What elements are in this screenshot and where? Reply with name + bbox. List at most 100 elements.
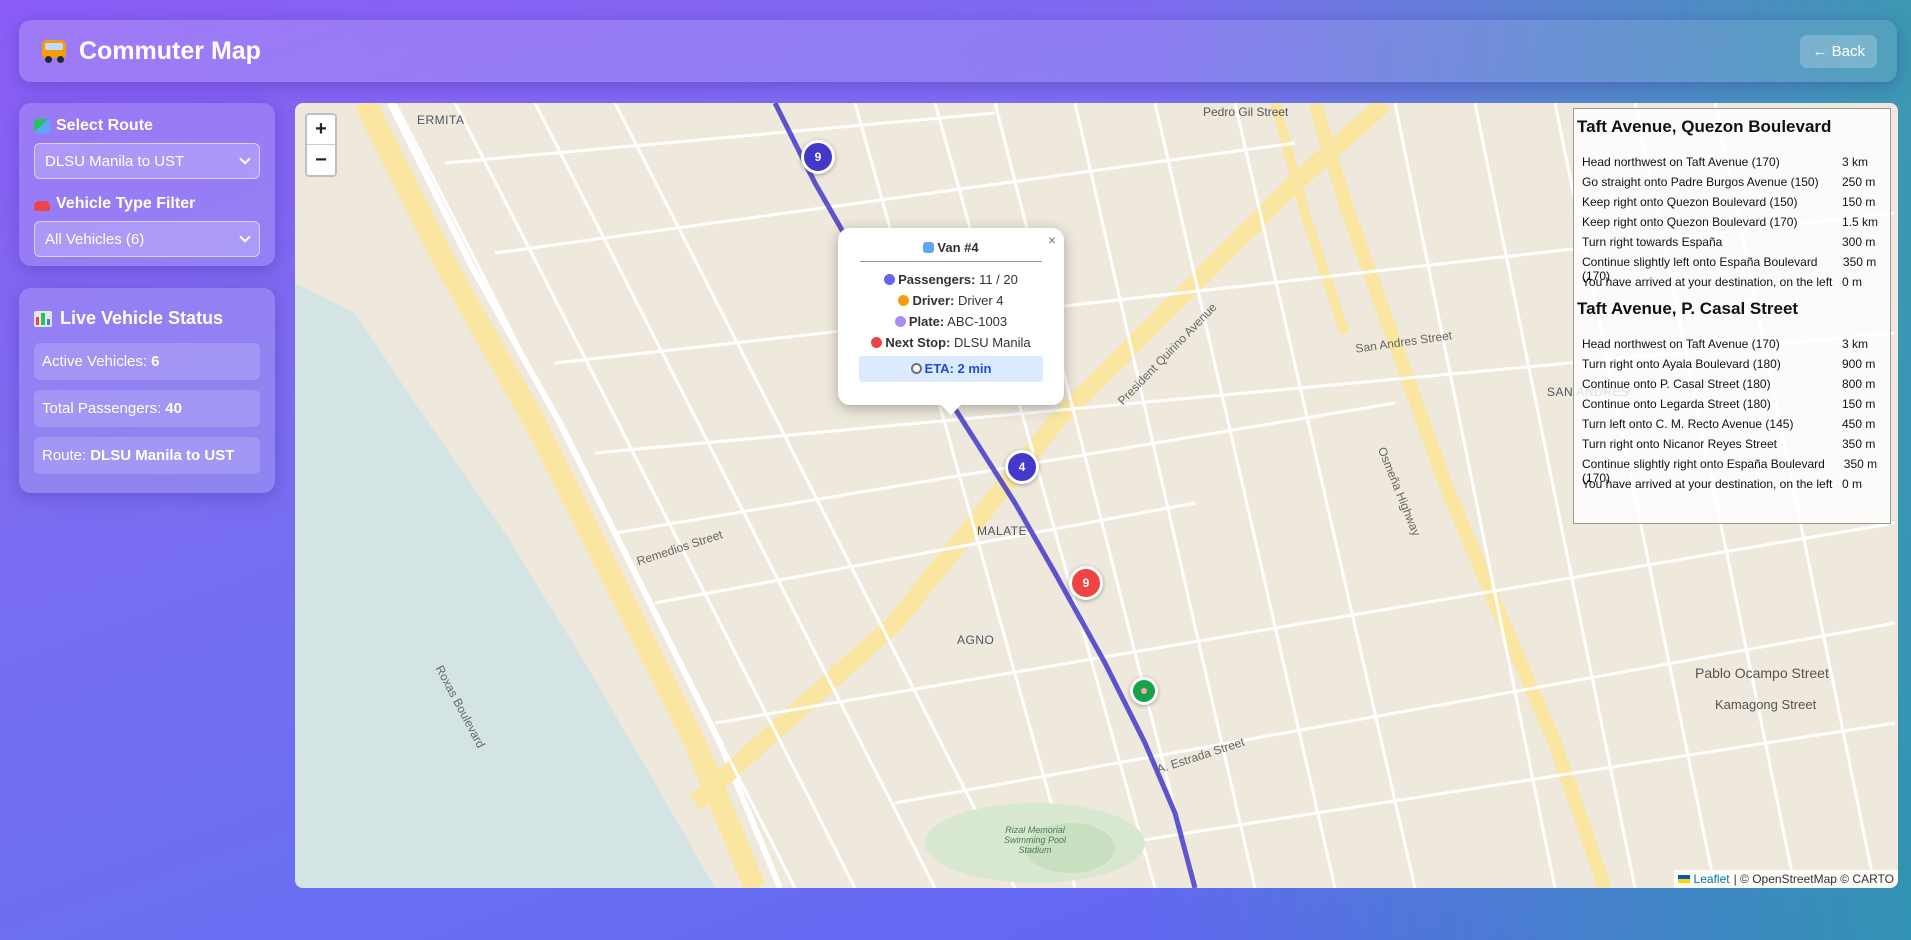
direction-text: Keep right onto Quezon Boulevard (170) (1582, 215, 1798, 229)
vehicle-marker[interactable]: 9 (1069, 566, 1103, 600)
direction-distance: 350 m (1843, 457, 1878, 471)
direction-step: Head northwest on Taft Avenue (170) 3 km (1578, 155, 1886, 175)
chevron-down-icon (239, 231, 251, 243)
direction-distance: 450 m (1842, 417, 1876, 431)
route-1-title: Taft Avenue, Quezon Boulevard (1577, 117, 1832, 136)
popup-close-button[interactable]: × (1048, 232, 1056, 248)
stat-route-value: DLSU Manila to UST (90, 447, 235, 464)
direction-distance: 800 m (1842, 377, 1876, 391)
stat-route-label: Route: (42, 447, 87, 464)
direction-step: You have arrived at your destination, on… (1578, 477, 1886, 497)
popup-passengers-label: Passengers: (898, 272, 976, 287)
direction-text: Continue slightly left onto España Boule… (1582, 255, 1818, 283)
people-icon (884, 274, 896, 285)
zoom-out-button[interactable]: − (307, 145, 335, 175)
popup-next-stop: Next Stop: DLSU Manila (838, 335, 1064, 350)
map-label-pedro-gil: Pedro Gil Street (1203, 105, 1289, 119)
map-container[interactable]: ERMITA MALATE AGNO SAN ANDRES Pablo Ocam… (295, 103, 1898, 888)
vehicle-marker[interactable]: 4 (1005, 450, 1039, 484)
stat-passengers-value: 40 (165, 400, 182, 417)
stat-active-label: Active Vehicles: (42, 353, 148, 370)
destination-pin-icon[interactable] (1130, 677, 1158, 705)
direction-distance: 900 m (1842, 357, 1876, 371)
page-title-text: Commuter Map (79, 36, 261, 65)
leaflet-link[interactable]: Leaflet (1694, 872, 1730, 886)
direction-distance: 3 km (1842, 337, 1869, 351)
direction-text: Continue onto P. Casal Street (180) (1582, 377, 1771, 391)
back-button[interactable]: ← Back (1800, 34, 1877, 68)
vehicle-filter-label: Vehicle Type Filter (34, 195, 260, 213)
vehicle-marker-label: 9 (814, 150, 822, 164)
popup-driver: Driver: Driver 4 (838, 293, 1064, 308)
location-pin-icon (871, 337, 883, 348)
direction-step: Continue onto P. Casal Street (180) 800 m (1578, 377, 1886, 397)
stat-route: Route: DLSU Manila to UST (34, 437, 260, 474)
direction-step: Head northwest on Taft Avenue (170) 3 km (1578, 337, 1886, 357)
route-select[interactable]: DLSU Manila to UST (34, 143, 260, 179)
direction-text: Turn right towards España (1582, 235, 1723, 249)
bar-chart-icon (34, 310, 52, 327)
direction-distance: 350 m (1842, 437, 1876, 451)
direction-step: Keep right onto Quezon Boulevard (150) 15… (1578, 195, 1886, 215)
map-icon (34, 119, 50, 133)
stopwatch-icon (910, 363, 922, 374)
popup-passengers-value: 11 / 20 (979, 272, 1018, 287)
route-selector-panel: Select Route DLSU Manila to UST Vehicle … (19, 103, 275, 266)
popup-plate: Plate: ABC-1003 (838, 314, 1064, 329)
direction-step: Keep right onto Quezon Boulevard (170) 1.… (1578, 215, 1886, 235)
bus-icon (39, 38, 69, 64)
popup-plate-label: Plate: (908, 314, 945, 329)
direction-text: Continue onto Legarda Street (180) (1582, 397, 1771, 411)
direction-text: Go straight onto Padre Burgos Avenue (15… (1582, 175, 1819, 189)
vehicle-type-value: All Vehicles (6) (45, 230, 145, 248)
direction-step: Continue onto Legarda Street (180) 150 m (1578, 397, 1886, 417)
map-attribution: Leaflet | © OpenStreetMap © CARTO (1673, 870, 1898, 888)
direction-text: You have arrived at your destination, on… (1582, 275, 1833, 289)
map-label-kamagong: Kamagong Street (1715, 697, 1817, 712)
direction-step: You have arrived at your destination, on… (1578, 275, 1886, 295)
popup-passengers: Passengers: 11 / 20 (838, 272, 1064, 287)
direction-text: Head northwest on Taft Avenue (170) (1582, 155, 1780, 169)
map-label-pablo-ocampo: Pablo Ocampo Street (1695, 665, 1829, 681)
direction-text: Turn left onto C. M. Recto Avenue (145) (1582, 417, 1794, 431)
direction-distance: 3 km (1842, 155, 1869, 169)
stat-active-vehicles: Active Vehicles: 6 (34, 343, 260, 380)
attribution-text: | © OpenStreetMap © CARTO (1733, 872, 1894, 886)
direction-step: Continue slightly left onto España Boule… (1578, 255, 1886, 283)
stat-total-passengers: Total Passengers: 40 (34, 390, 260, 427)
popup-eta: ETA: 2 min (859, 356, 1043, 382)
vehicle-marker[interactable]: 9 (801, 140, 835, 174)
map-label-ermita: ERMITA (417, 113, 465, 127)
direction-text: Head northwest on Taft Avenue (170) (1582, 337, 1780, 351)
popup-title-text: Van #4 (937, 240, 979, 255)
map-label-rizal: Rizal Memorial Swimming Pool Stadium (1003, 825, 1067, 855)
direction-distance: 300 m (1842, 235, 1876, 249)
route-select-label-text: Select Route (56, 117, 153, 134)
direction-distance: 250 m (1842, 175, 1876, 189)
popup-driver-value: Driver 4 (958, 293, 1004, 308)
ukraine-flag-icon (1677, 875, 1690, 883)
popup-next-value: DLSU Manila (954, 335, 1031, 350)
zoom-in-button[interactable]: + (307, 115, 335, 145)
vehicle-popup: × Van #4 Passengers: 11 / 20 Driver: Dri… (838, 228, 1064, 415)
route-2-title: Taft Avenue, P. Casal Street (1577, 299, 1799, 318)
routing-directions-panel[interactable]: Taft Avenue, Quezon Boulevard Head north… (1573, 108, 1891, 524)
popup-eta-text: ETA: 2 min (924, 361, 992, 376)
live-status-title: Live Vehicle Status (34, 308, 260, 329)
popup-next-label: Next Stop: (885, 335, 951, 350)
direction-distance: 350 m (1842, 255, 1877, 269)
direction-step: Turn left onto C. M. Recto Avenue (145) 4… (1578, 417, 1886, 437)
direction-step: Turn right onto Nicanor Reyes Street 350 … (1578, 437, 1886, 457)
direction-text: Keep right onto Quezon Boulevard (150) (1582, 195, 1798, 209)
direction-step: Continue slightly right onto España Boul… (1578, 457, 1886, 485)
direction-text: You have arrived at your destination, on… (1582, 477, 1833, 491)
direction-distance: 0 m (1842, 477, 1863, 491)
vehicle-type-select[interactable]: All Vehicles (6) (34, 221, 260, 257)
popup-title: Van #4 (860, 240, 1042, 262)
vehicle-filter-label-text: Vehicle Type Filter (56, 195, 196, 212)
direction-text: Turn right onto Nicanor Reyes Street (1582, 437, 1777, 451)
direction-distance: 150 m (1842, 397, 1876, 411)
direction-step: Turn right towards España 300 m (1578, 235, 1886, 255)
van-icon (923, 242, 935, 253)
page-title: Commuter Map (39, 37, 261, 66)
